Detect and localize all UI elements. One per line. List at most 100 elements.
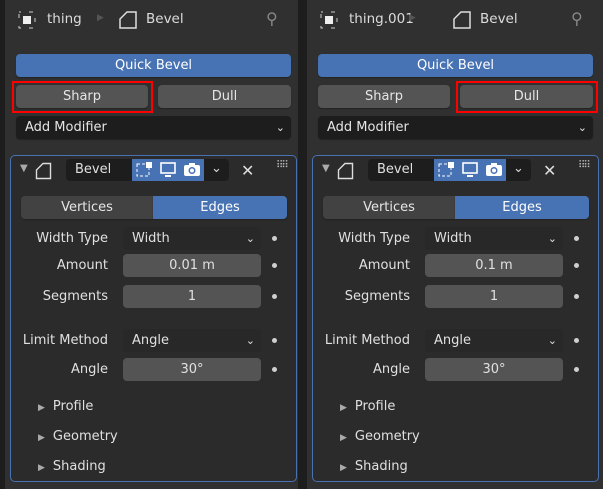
drag-grip-icon[interactable]: ⠿⠿ <box>578 160 591 171</box>
pin-icon[interactable]: ⚲ <box>266 9 278 28</box>
expand-triangle-icon: ▶ <box>340 403 347 413</box>
keyframe-dot-icon[interactable] <box>574 263 579 268</box>
angle-field[interactable]: 30° <box>123 358 261 381</box>
modifier-extras-dropdown[interactable]: ⌄ <box>204 159 229 181</box>
chevron-down-icon: ⌄ <box>245 232 255 245</box>
limit-method-value: Angle <box>434 333 471 348</box>
modifier-name: Bevel <box>75 162 112 177</box>
viewport-toggle[interactable] <box>156 159 180 181</box>
limit-method-dropdown[interactable]: Angle ⌄ <box>425 329 563 352</box>
subpanel-profile[interactable]: ▶ Profile <box>340 399 395 414</box>
viewport-toggle[interactable] <box>458 159 482 181</box>
edit-mode-toggle[interactable] <box>434 159 458 181</box>
pin-icon[interactable]: ⚲ <box>571 9 583 28</box>
limit-method-dropdown[interactable]: Angle ⌄ <box>123 329 261 352</box>
expand-triangle-icon: ▶ <box>340 433 347 443</box>
subpanel-label: Profile <box>354 399 396 414</box>
breadcrumb-arrow-icon: ▶ <box>97 13 104 23</box>
camera-icon <box>486 163 502 176</box>
keyframe-dot-icon[interactable] <box>272 263 277 268</box>
monitor-icon <box>160 162 176 177</box>
subpanel-geometry[interactable]: ▶ Geometry <box>340 429 420 444</box>
breadcrumb-arrow-icon: ▶ <box>409 13 416 23</box>
limit-method-label: Limit Method <box>324 333 410 348</box>
subpanel-profile[interactable]: ▶ Profile <box>38 399 93 414</box>
chevron-down-icon: ⌄ <box>245 334 255 347</box>
render-toggle[interactable] <box>180 159 204 181</box>
width-type-dropdown[interactable]: Width ⌄ <box>123 227 261 250</box>
chevron-down-icon: ⌄ <box>547 334 557 347</box>
highlight-box <box>456 81 598 113</box>
bevel-modifier-icon <box>453 11 471 29</box>
chevron-down-icon: ⌄ <box>547 232 557 245</box>
subpanel-geometry[interactable]: ▶ Geometry <box>38 429 118 444</box>
collapse-triangle-icon[interactable]: ▼ <box>20 163 28 174</box>
object-name[interactable]: thing <box>47 11 82 27</box>
collapse-triangle-icon[interactable]: ▼ <box>322 163 330 174</box>
sharp-button[interactable]: Sharp <box>318 85 450 108</box>
object-icon <box>320 11 338 29</box>
subpanel-shading[interactable]: ▶ Shading <box>38 459 106 474</box>
close-icon[interactable]: ✕ <box>241 161 254 180</box>
tab-edges[interactable]: Edges <box>455 196 589 219</box>
subpanel-label: Shading <box>354 459 408 474</box>
expand-triangle-icon: ▶ <box>38 433 45 443</box>
tab-vertices[interactable]: Vertices <box>21 196 153 219</box>
add-modifier-dropdown[interactable]: Add Modifier ⌄ <box>16 116 291 139</box>
chevron-down-icon: ⌄ <box>577 121 587 134</box>
edit-mode-icon <box>136 162 152 177</box>
angle-field[interactable]: 30° <box>425 358 563 381</box>
chevron-down-icon: ⌄ <box>275 121 285 134</box>
segments-field[interactable]: 1 <box>425 285 563 308</box>
modifier-name: Bevel <box>377 162 414 177</box>
render-toggle[interactable] <box>482 159 506 181</box>
limit-method-label: Limit Method <box>22 333 108 348</box>
width-type-value: Width <box>132 231 170 246</box>
amount-label: Amount <box>358 258 410 273</box>
subpanel-label: Profile <box>52 399 94 414</box>
modifier-properties-panel: thing.001 ▶ Bevel ⚲ Quick Bevel Sharp Dull Add … <box>307 0 603 489</box>
quick-bevel-button[interactable]: Quick Bevel <box>318 54 593 77</box>
keyframe-dot-icon[interactable] <box>272 294 277 299</box>
keyframe-dot-icon[interactable] <box>574 236 579 241</box>
add-modifier-label: Add Modifier <box>25 120 107 135</box>
modifier-name-input[interactable]: Bevel <box>368 159 434 181</box>
width-type-value: Width <box>434 231 472 246</box>
subpanel-label: Geometry <box>52 429 118 444</box>
quick-bevel-button[interactable]: Quick Bevel <box>16 54 291 77</box>
subpanel-shading[interactable]: ▶ Shading <box>340 459 408 474</box>
bevel-modifier-icon <box>35 162 52 180</box>
keyframe-dot-icon[interactable] <box>272 338 277 343</box>
dull-button[interactable]: Dull <box>158 85 291 108</box>
modifier-name-input[interactable]: Bevel <box>66 159 132 181</box>
modifier-extras-dropdown[interactable]: ⌄ <box>506 159 531 181</box>
width-type-label: Width Type <box>338 231 410 246</box>
segments-label: Segments <box>42 289 108 304</box>
amount-field[interactable]: 0.01 m <box>123 254 261 277</box>
object-name[interactable]: thing.001 <box>349 11 414 27</box>
amount-label: Amount <box>56 258 108 273</box>
segments-field[interactable]: 1 <box>123 285 261 308</box>
angle-label: Angle <box>71 362 108 377</box>
width-type-dropdown[interactable]: Width ⌄ <box>425 227 563 250</box>
keyframe-dot-icon[interactable] <box>272 236 277 241</box>
tab-edges[interactable]: Edges <box>153 196 287 219</box>
monitor-icon <box>462 162 478 177</box>
amount-field[interactable]: 0.1 m <box>425 254 563 277</box>
close-icon[interactable]: ✕ <box>543 161 556 180</box>
tab-vertices[interactable]: Vertices <box>323 196 455 219</box>
keyframe-dot-icon[interactable] <box>574 338 579 343</box>
bevel-modifier-panel: ▼ Bevel ⌄ ✕ ⠿⠿ Vertices Edges Width Type Width ⌄ A… <box>312 155 599 482</box>
edit-mode-toggle[interactable] <box>132 159 156 181</box>
bevel-modifier-icon <box>337 162 354 180</box>
keyframe-dot-icon[interactable] <box>574 294 579 299</box>
angle-label: Angle <box>373 362 410 377</box>
keyframe-dot-icon[interactable] <box>272 367 277 372</box>
object-icon <box>18 11 36 29</box>
add-modifier-dropdown[interactable]: Add Modifier ⌄ <box>318 116 593 139</box>
modifier-breadcrumb: Bevel <box>480 11 518 27</box>
camera-icon <box>184 163 200 176</box>
keyframe-dot-icon[interactable] <box>574 367 579 372</box>
drag-grip-icon[interactable]: ⠿⠿ <box>276 160 289 171</box>
modifier-properties-panel: thing ▶ Bevel ⚲ Quick Bevel Sharp Dull Add Modi… <box>5 0 298 489</box>
